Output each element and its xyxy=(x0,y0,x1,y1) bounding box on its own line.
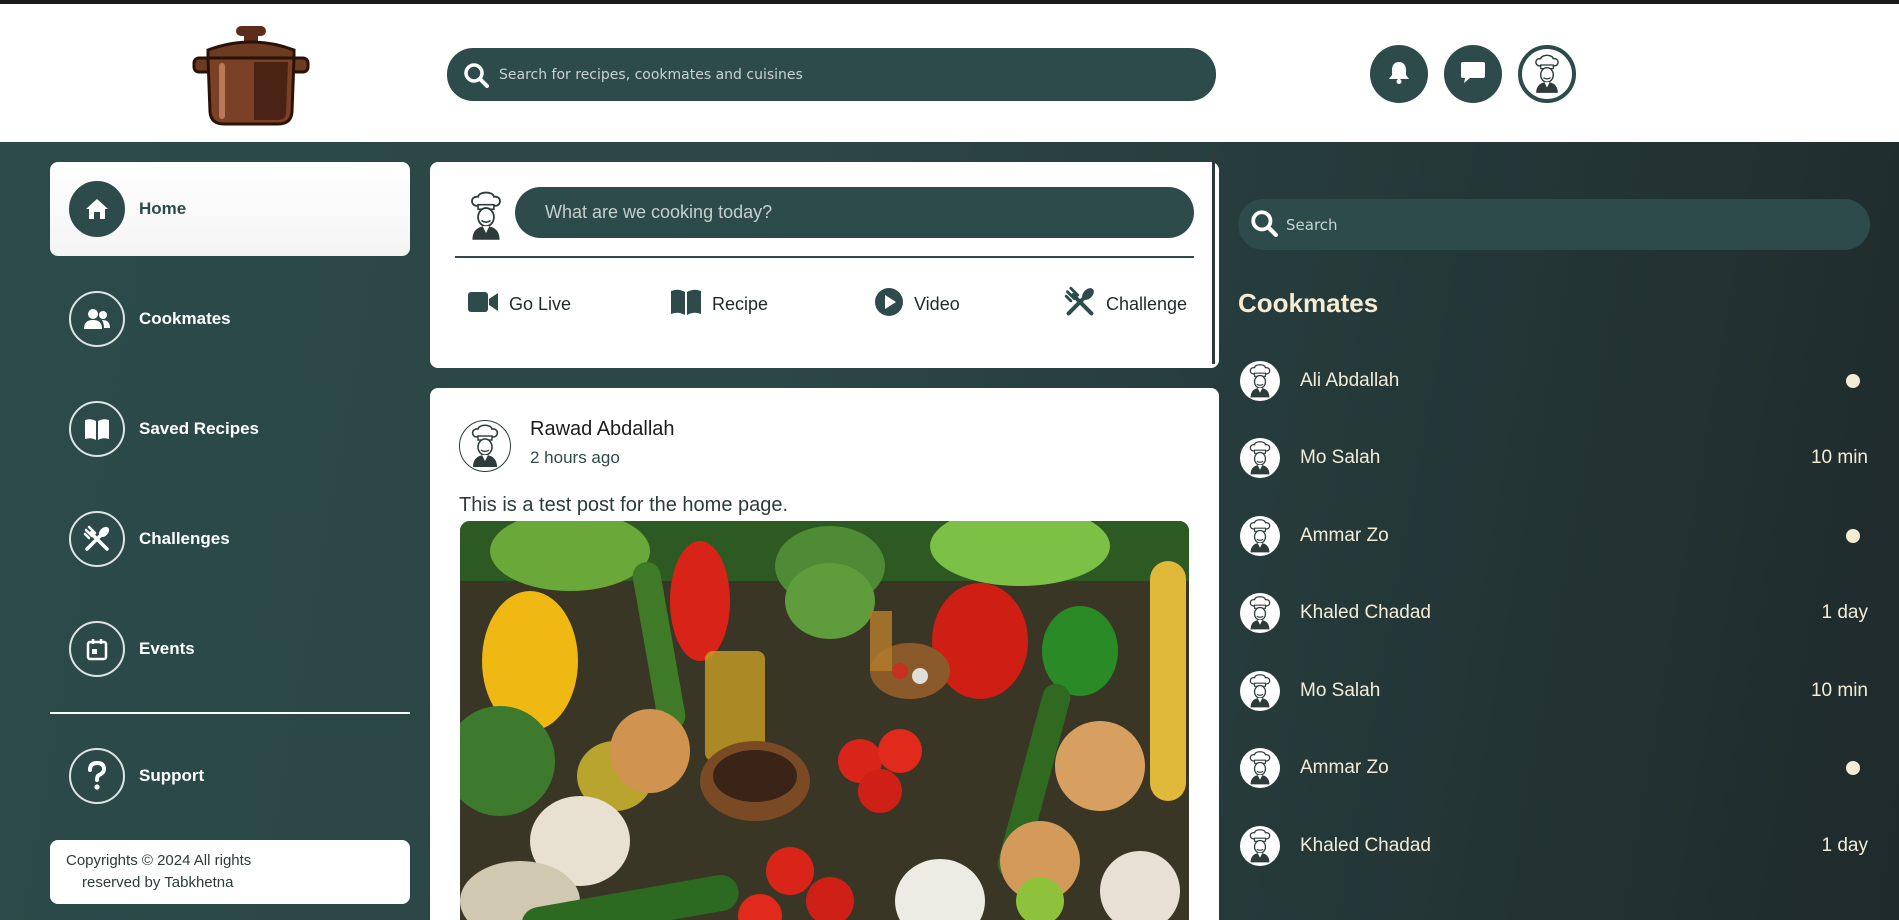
book-icon xyxy=(69,401,125,457)
chef-avatar-icon xyxy=(1240,593,1280,633)
utensils-icon xyxy=(69,511,125,567)
chef-avatar-icon xyxy=(463,190,509,242)
cookmate-name: Mo Salah xyxy=(1300,447,1381,468)
search-icon xyxy=(461,60,491,90)
utensils-icon xyxy=(1064,286,1096,322)
scrollbar[interactable] xyxy=(1212,152,1215,364)
cookmate-item[interactable]: Khaled Chadad 1 day xyxy=(1238,583,1870,643)
sidebar-item-label: Challenges xyxy=(139,529,230,548)
sidebar-item-label: Home xyxy=(139,199,187,218)
chef-avatar-icon xyxy=(1240,438,1280,478)
cookmate-item[interactable]: Mo Salah 10 min xyxy=(1238,428,1870,488)
home-icon xyxy=(69,181,125,237)
play-icon xyxy=(874,287,904,321)
copyright-text: Copyrights © 2024 All rights xyxy=(66,852,252,869)
cookmate-name: Ali Abdallah xyxy=(1300,370,1400,391)
global-search[interactable] xyxy=(447,48,1216,101)
cookmate-name: Ammar Zo xyxy=(1300,757,1389,778)
online-status-dot xyxy=(1846,374,1860,388)
notifications-button[interactable] xyxy=(1370,45,1428,103)
cookmate-item[interactable]: Mo Salah 10 min xyxy=(1238,661,1870,721)
chef-avatar-icon xyxy=(1240,826,1280,866)
online-status-dot xyxy=(1846,761,1860,775)
sidebar-item-cookmates[interactable]: Cookmates xyxy=(50,272,410,366)
cookmate-name: Khaled Chadad xyxy=(1300,835,1431,856)
profile-avatar[interactable] xyxy=(1518,45,1576,103)
cookmates-search[interactable] xyxy=(1238,199,1870,250)
post-author[interactable]: Rawad Abdallah xyxy=(530,418,675,441)
sidebar-item-challenges[interactable]: Challenges xyxy=(50,492,410,586)
sidebar-item-support[interactable]: Support xyxy=(50,729,410,823)
users-icon xyxy=(69,291,125,347)
question-icon xyxy=(69,748,125,804)
copyright-text-2: reserved by Tabkhetna xyxy=(82,874,234,891)
post-composer: What are we cooking today? Go Live Recip… xyxy=(430,152,1219,368)
cookmates-title: Cookmates xyxy=(1238,288,1379,318)
copyright-box: Copyrights © 2024 All rights reserved by… xyxy=(50,840,410,904)
recipe-button[interactable]: Recipe xyxy=(670,284,768,324)
cookmate-item[interactable]: Khaled Chadad 1 day xyxy=(1238,816,1870,876)
sidebar-item-events[interactable]: Events xyxy=(50,602,410,696)
sidebar-item-label: Events xyxy=(139,639,195,658)
cookmate-item[interactable]: Ammar Zo xyxy=(1238,738,1870,798)
chat-icon xyxy=(1459,58,1487,90)
last-seen: 10 min xyxy=(1810,447,1868,468)
chef-avatar-icon xyxy=(1240,671,1280,711)
action-label: Challenge xyxy=(1106,293,1188,314)
sidebar-item-saved-recipes[interactable]: Saved Recipes xyxy=(50,382,410,476)
search-input[interactable] xyxy=(499,66,1179,83)
cookmate-name: Mo Salah xyxy=(1300,680,1381,701)
chef-avatar-icon xyxy=(1240,361,1280,401)
messages-button[interactable] xyxy=(1444,45,1502,103)
chef-avatar-icon xyxy=(1240,748,1280,788)
calendar-icon xyxy=(69,621,125,677)
bell-icon xyxy=(1386,59,1412,89)
sidebar-item-label: Support xyxy=(139,766,205,785)
action-label: Recipe xyxy=(712,293,769,314)
pot-logo[interactable] xyxy=(192,24,310,128)
video-button[interactable]: Video xyxy=(874,284,960,324)
post-text: This is a test post for the home page. xyxy=(459,494,789,516)
composer-divider xyxy=(455,256,1194,258)
cookmate-item[interactable]: Ali Abdallah xyxy=(1238,351,1870,411)
chef-avatar-icon xyxy=(1240,516,1280,556)
cookmate-name: Khaled Chadad xyxy=(1300,602,1431,623)
cookmate-name: Ammar Zo xyxy=(1300,525,1389,546)
last-seen: 1 day xyxy=(1821,602,1868,623)
sidebar-item-home[interactable]: Home xyxy=(50,162,410,256)
chef-avatar-icon xyxy=(1522,49,1572,99)
action-label: Video xyxy=(914,293,960,314)
search-icon xyxy=(1250,209,1278,241)
go-live-button[interactable]: Go Live xyxy=(467,284,571,324)
cookmates-search-input[interactable] xyxy=(1286,215,1846,234)
sidebar-divider xyxy=(50,712,410,714)
author-avatar[interactable] xyxy=(459,420,511,472)
challenge-button[interactable]: Challenge xyxy=(1064,284,1187,324)
online-status-dot xyxy=(1846,529,1860,543)
last-seen: 10 min xyxy=(1810,680,1868,701)
cookmate-item[interactable]: Ammar Zo xyxy=(1238,506,1870,566)
action-label: Go Live xyxy=(509,293,572,314)
book-icon xyxy=(670,288,702,320)
video-camera-icon xyxy=(467,290,499,318)
composer-input[interactable]: What are we cooking today? xyxy=(515,187,1194,238)
post-timestamp: 2 hours ago xyxy=(530,448,620,467)
post-image[interactable] xyxy=(460,521,1189,920)
post-card: Rawad Abdallah 2 hours ago This is a tes… xyxy=(430,388,1219,920)
sidebar-item-label: Cookmates xyxy=(139,309,231,328)
last-seen: 1 day xyxy=(1821,835,1868,856)
sidebar-item-label: Saved Recipes xyxy=(139,419,260,438)
header xyxy=(0,4,1899,142)
